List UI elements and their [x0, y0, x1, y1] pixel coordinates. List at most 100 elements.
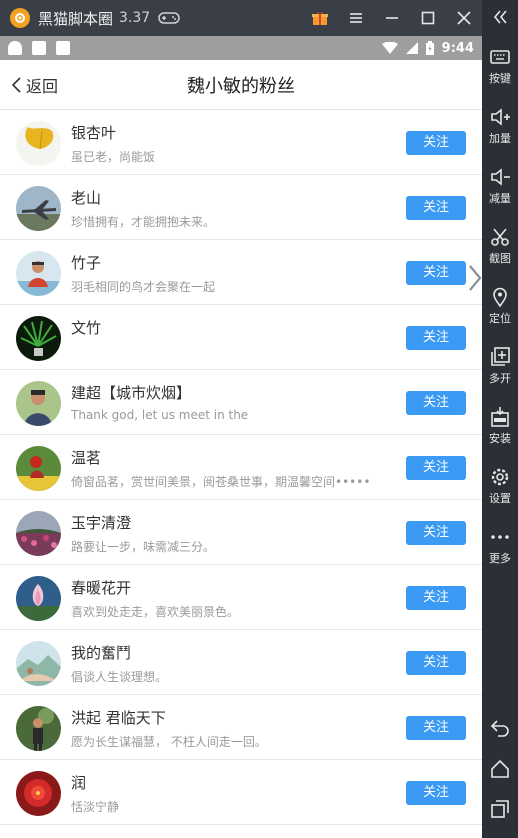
follow-button[interactable]: 关注 — [406, 261, 466, 285]
list-item[interactable]: 竹子 羽毛相同的鸟才会聚在一起 关注 — [0, 240, 482, 305]
fan-signature: 喜欢到处走走，喜欢美丽景色。 — [71, 605, 240, 619]
fan-name: 竹子 — [71, 254, 102, 272]
fan-signature: Thank god, let us meet in the — [71, 408, 249, 422]
status-time: 9:44 — [441, 40, 474, 56]
follow-button[interactable]: 关注 — [406, 456, 466, 480]
sidebar-item-keys[interactable]: 按键 — [482, 46, 518, 86]
follow-button[interactable]: 关注 — [406, 521, 466, 545]
list-item[interactable]: 玉宇清澄 路要让一步，味需减三分。 关注 — [0, 500, 482, 565]
follow-button[interactable]: 关注 — [406, 586, 466, 610]
fan-signature: 恬淡宁静 — [71, 800, 120, 814]
fan-name: 文竹 — [71, 319, 102, 337]
list-item[interactable]: 润 恬淡宁静 关注 — [0, 760, 482, 825]
avatar[interactable] — [16, 251, 61, 296]
sidebar-item-more[interactable]: 更多 — [482, 526, 518, 566]
follow-button[interactable]: 关注 — [406, 196, 466, 220]
chevron-left-icon — [11, 77, 21, 93]
list-item[interactable]: 文竹 关注 — [0, 305, 482, 370]
list-item[interactable]: 洪起 君临天下 愿为长生谋福慧， 不枉人间走一回。 关注 — [0, 695, 482, 760]
sidebar-item-volume-down[interactable]: 减量 — [482, 166, 518, 206]
menu-icon[interactable] — [338, 0, 374, 36]
sidebar-label-screenshot: 截图 — [489, 252, 511, 265]
sidebar-label-install: 安装 — [489, 432, 511, 445]
list-item[interactable]: 春暖花开 喜欢到处走走，喜欢美丽景色。 关注 — [0, 565, 482, 630]
red-flower-icon — [16, 771, 61, 816]
avatar[interactable] — [16, 186, 61, 231]
close-icon[interactable] — [446, 0, 482, 36]
avatar[interactable] — [16, 316, 61, 361]
back-label: 返回 — [26, 77, 59, 96]
sidebar-label-settings: 设置 — [489, 492, 511, 505]
avatar[interactable] — [16, 381, 61, 426]
fan-signature: 珍惜拥有，才能拥抱未来。 — [71, 215, 216, 229]
avatar[interactable] — [16, 121, 61, 166]
avatar[interactable] — [16, 641, 61, 686]
app-header: 返回 魏小敏的粉丝 — [0, 60, 482, 110]
fan-signature: 虽已老，尚能饭 — [71, 150, 156, 164]
follow-button[interactable]: 关注 — [406, 391, 466, 415]
edge-handle-chevron-icon[interactable] — [466, 258, 482, 298]
sidebar-item-location[interactable]: 定位 — [482, 286, 518, 326]
fan-name: 温茗 — [71, 449, 102, 467]
avatar[interactable] — [16, 446, 61, 491]
collapse-sidebar-icon[interactable] — [482, 8, 518, 30]
emulator-title-bar: 黑猫脚本圈 3.37 — [0, 0, 482, 36]
fan-list: 银杏叶 虽已老，尚能饭 关注 老山 珍惜拥有，才能拥抱未来。 关注 竹子 羽毛相… — [0, 110, 482, 825]
signal-icon — [405, 42, 418, 54]
emulator-version: 3.37 — [119, 10, 151, 26]
sidebar-item-multi-open[interactable]: 多开 — [482, 346, 518, 386]
minimize-icon[interactable] — [374, 0, 410, 36]
android-back-button[interactable] — [482, 716, 518, 738]
list-item[interactable]: 银杏叶 虽已老，尚能饭 关注 — [0, 110, 482, 175]
avatar[interactable] — [16, 771, 61, 816]
person-photo-icon — [16, 706, 61, 751]
follow-button[interactable]: 关注 — [406, 781, 466, 805]
follow-button[interactable]: 关注 — [406, 326, 466, 350]
fan-name: 春暖花开 — [71, 579, 132, 597]
emulator-title: 黑猫脚本圈 — [38, 9, 114, 28]
follow-button[interactable]: 关注 — [406, 716, 466, 740]
keyboard-icon — [490, 50, 510, 64]
battery-icon — [425, 41, 434, 55]
more-icon — [491, 535, 509, 539]
flower-field-icon — [16, 511, 61, 556]
sidebar-item-install[interactable]: 安装 — [482, 406, 518, 446]
multi-open-icon — [491, 347, 510, 366]
volume-up-icon — [491, 108, 510, 126]
follow-button[interactable]: 关注 — [406, 651, 466, 675]
page-title: 魏小敏的粉丝 — [187, 75, 295, 97]
avatar[interactable] — [16, 706, 61, 751]
android-home-button[interactable] — [482, 758, 518, 780]
list-item[interactable]: 我的奮鬥 倡谈人生谈理想。 关注 — [0, 630, 482, 695]
recents-icon — [491, 800, 509, 818]
wifi-icon — [381, 42, 398, 54]
fan-name: 我的奮鬥 — [71, 644, 132, 662]
android-recents-button[interactable] — [482, 798, 518, 820]
landscape-icon — [16, 641, 61, 686]
follow-button[interactable]: 关注 — [406, 131, 466, 155]
sidebar-label-keys: 按键 — [489, 72, 511, 85]
airplane-icon — [16, 186, 61, 231]
fan-signature: 倚窗品茗，赏世间美景，阅苍桑世事，期温馨空间•••••• — [71, 475, 371, 489]
gift-icon[interactable] — [302, 0, 338, 36]
location-icon — [493, 287, 507, 308]
list-item[interactable]: 建超【城市炊烟】 Thank god, let us meet in the 关… — [0, 370, 482, 435]
home-icon — [491, 759, 509, 778]
person-photo-icon — [16, 251, 61, 296]
sidebar-item-screenshot[interactable]: 截图 — [482, 226, 518, 266]
gear-icon — [491, 468, 509, 486]
gamepad-icon[interactable] — [158, 11, 180, 25]
maximize-icon[interactable] — [410, 0, 446, 36]
avatar[interactable] — [16, 576, 61, 621]
back-button[interactable]: 返回 — [10, 60, 58, 110]
list-item[interactable]: 老山 珍惜拥有，才能拥抱未来。 关注 — [0, 175, 482, 240]
fan-signature: 愿为长生谋福慧， 不枉人间走一回。 — [71, 735, 267, 749]
back-arrow-icon — [490, 720, 509, 737]
sidebar-label-volume-up: 加量 — [489, 132, 511, 145]
sidebar-item-volume-up[interactable]: 加量 — [482, 106, 518, 146]
avatar[interactable] — [16, 511, 61, 556]
emulator-sidebar: 按键 加量 减量 截图 定位 多开 安装 设置 更多 — [482, 0, 518, 838]
list-item[interactable]: 温茗 倚窗品茗，赏世间美景，阅苍桑世事，期温馨空间•••••• 关注 — [0, 435, 482, 500]
sidebar-item-settings[interactable]: 设置 — [482, 466, 518, 506]
notification-icon — [8, 41, 22, 55]
